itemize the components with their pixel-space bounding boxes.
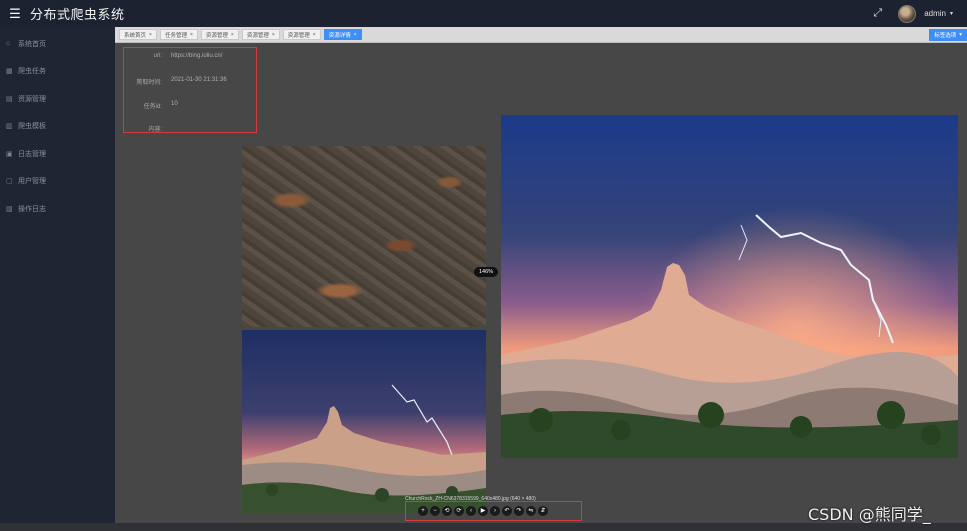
content-row: 内容:	[124, 124, 256, 133]
tab-label: 资源管理	[287, 32, 310, 39]
close-icon[interactable]: ×	[231, 32, 234, 38]
tab-resource-detail[interactable]: 资源详情 ×	[323, 29, 362, 40]
user-icon: ▢	[6, 178, 13, 186]
sidebar-item-label: 用户管理	[18, 178, 46, 186]
chevron-down-icon: ▾	[959, 32, 962, 38]
sidebar-item-label: 系统首页	[18, 40, 46, 48]
prev-icon[interactable]: ‹	[466, 506, 476, 516]
storm-rock-thumbnail[interactable]	[242, 330, 486, 513]
resource-detail-box: url: https://bing.ioliu.cn/ 爬取时间: 2021-0…	[123, 47, 257, 133]
tab-resource-management-1[interactable]: 资源管理 ×	[200, 29, 239, 40]
sidebar: ⌂ 系统首页 ▦ 爬虫任务 ▤ 资源管理 ▥ 爬虫模板 ▣ 日志管理 ▢ 用户管…	[0, 27, 115, 531]
tab-options-label: 标签选项	[934, 33, 957, 39]
storm-rock-thumbnail-art	[242, 330, 486, 513]
tab-options-button[interactable]: 标签选项 ▾	[929, 29, 967, 41]
sidebar-item-users[interactable]: ▢ 用户管理	[0, 168, 115, 196]
lichen-rock-image[interactable]	[242, 146, 486, 327]
close-icon[interactable]: ×	[313, 32, 316, 38]
resource-icon: ▤	[6, 95, 13, 103]
home-icon: ⌂	[6, 40, 11, 48]
sidebar-item-label: 资源管理	[18, 95, 46, 103]
task-icon: ▦	[6, 68, 13, 76]
one-to-one-icon[interactable]: ⟲	[442, 506, 452, 516]
task-id-row: 任务id: 10	[124, 101, 256, 110]
storm-rock-image-large[interactable]	[501, 115, 958, 458]
next-icon[interactable]: ›	[490, 506, 500, 516]
sidebar-item-label: 操作日志	[18, 205, 46, 213]
template-icon: ▥	[6, 123, 13, 131]
tabs-bar: 系统首页 × 任务管理 × 资源管理 × 资源管理 × 资源管理 × 资源详情 …	[115, 27, 967, 43]
tab-label: 系统首页	[124, 32, 147, 39]
close-icon[interactable]: ×	[149, 32, 152, 38]
fullscreen-icon[interactable]: ⤢	[873, 7, 882, 20]
flip-vertical-icon[interactable]: ⇵	[538, 506, 548, 516]
user-name[interactable]: admin	[924, 9, 946, 18]
sidebar-item-resources[interactable]: ▤ 资源管理	[0, 85, 115, 113]
crawl-time-value: 2021-01-30 21:31:36	[171, 77, 227, 83]
viewer-toolbar: + − ⟲ ⟳ ‹ ▶ › ↶ ↷ ⇋ ⇵	[405, 501, 582, 521]
avatar[interactable]	[898, 4, 917, 23]
url-label: url:	[153, 53, 162, 59]
zoom-out-icon[interactable]: −	[430, 506, 440, 516]
tab-label: 资源详情	[328, 32, 351, 39]
tab-resource-management-2[interactable]: 资源管理 ×	[241, 29, 280, 40]
sidebar-item-logs[interactable]: ▣ 日志管理	[0, 140, 115, 168]
sidebar-item-crawler-tasks[interactable]: ▦ 爬虫任务	[0, 58, 115, 86]
log-icon: ▣	[6, 150, 13, 158]
flip-horizontal-icon[interactable]: ⇋	[526, 506, 536, 516]
sidebar-item-label: 日志管理	[18, 150, 46, 158]
tab-task-management[interactable]: 任务管理 ×	[159, 29, 198, 40]
close-icon[interactable]: ×	[190, 32, 193, 38]
task-id-label: 任务id:	[143, 104, 162, 110]
tab-label: 资源管理	[205, 32, 228, 39]
sidebar-item-label: 爬虫模板	[18, 123, 46, 131]
operation-log-icon: ▧	[6, 205, 13, 213]
play-icon[interactable]: ▶	[478, 506, 488, 516]
tab-label: 资源管理	[246, 32, 269, 39]
watermark: CSDN @熊同学_	[808, 505, 931, 524]
crawl-time-label: 爬取时间:	[136, 80, 162, 86]
sidebar-item-label: 爬虫任务	[18, 68, 46, 76]
tab-resource-management-3[interactable]: 资源管理 ×	[282, 29, 321, 40]
reset-icon[interactable]: ⟳	[454, 506, 464, 516]
app-title: 分布式爬虫系统	[30, 7, 125, 22]
menu-toggle-icon[interactable]: ☰	[4, 6, 26, 22]
zoom-in-icon[interactable]: +	[418, 506, 428, 516]
sidebar-item-operation-logs[interactable]: ▧ 操作日志	[0, 195, 115, 223]
url-row: url: https://bing.ioliu.cn/	[124, 53, 256, 59]
close-icon[interactable]: ×	[272, 32, 275, 38]
content-label: 内容:	[148, 127, 162, 133]
zoom-level-badge: 146%	[474, 267, 498, 277]
close-icon[interactable]: ×	[354, 32, 357, 38]
sidebar-item-home[interactable]: ⌂ 系统首页	[0, 30, 115, 58]
crawl-time-row: 爬取时间: 2021-01-30 21:31:36	[124, 77, 256, 86]
top-bar: ☰ 分布式爬虫系统 ⤢ admin ▾	[0, 0, 967, 27]
tab-label: 任务管理	[164, 32, 187, 39]
storm-rock-large-art	[501, 115, 958, 458]
tab-home[interactable]: 系统首页 ×	[119, 29, 157, 40]
task-id-value: 10	[171, 101, 178, 107]
url-value: https://bing.ioliu.cn/	[171, 53, 223, 59]
rotate-right-icon[interactable]: ↷	[514, 506, 524, 516]
chevron-down-icon[interactable]: ▾	[950, 10, 953, 17]
sidebar-item-templates[interactable]: ▥ 爬虫模板	[0, 113, 115, 141]
rotate-left-icon[interactable]: ↶	[502, 506, 512, 516]
topbar-right: ⤢ admin ▾	[873, 0, 953, 27]
